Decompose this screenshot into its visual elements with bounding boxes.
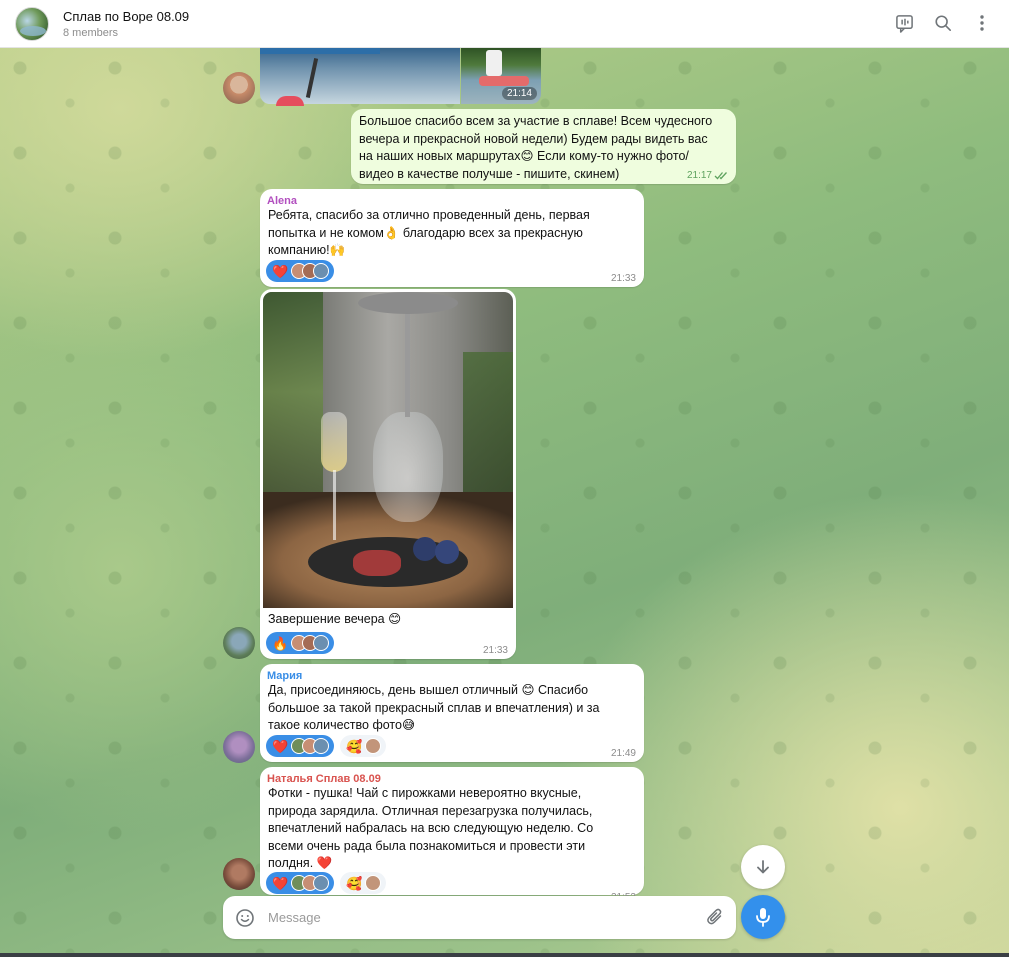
- message-time: 21:33: [482, 645, 508, 656]
- message-text: Да, присоединяюсь, день вышел отличный 😊…: [268, 683, 600, 732]
- message-time: 21:33: [610, 273, 636, 284]
- header-actions: [893, 12, 993, 34]
- reactions: 🔥: [266, 632, 335, 654]
- message-text: Ребята, спасибо за отлично проведенный д…: [268, 208, 590, 257]
- album-photo-2[interactable]: 21:14: [461, 48, 541, 104]
- user-avatar[interactable]: [223, 731, 255, 763]
- reaction-users: [291, 635, 330, 651]
- smiling-hearts-icon: 🥰: [346, 875, 363, 891]
- reaction-smiling-hearts[interactable]: 🥰: [340, 735, 387, 757]
- voice-record-button[interactable]: [741, 895, 785, 939]
- reactions: ❤️ 🥰: [266, 872, 387, 894]
- sender-name[interactable]: Alena: [267, 195, 644, 207]
- heart-icon: ❤️: [272, 738, 289, 754]
- user-avatar[interactable]: [223, 858, 255, 890]
- reaction-users: [291, 875, 330, 891]
- message-composer: [223, 896, 736, 939]
- reaction-users: [291, 738, 330, 754]
- reaction-fire[interactable]: 🔥: [266, 632, 335, 654]
- incoming-message[interactable]: Alena Ребята, спасибо за отлично проведе…: [260, 189, 644, 287]
- scroll-to-bottom-button[interactable]: [741, 845, 785, 889]
- reactions: ❤️ 🥰: [266, 735, 387, 757]
- sender-name[interactable]: Наталья Сплав 08.09: [267, 773, 644, 785]
- reaction-smiling-hearts[interactable]: 🥰: [340, 872, 387, 894]
- chat-avatar[interactable]: [15, 6, 49, 41]
- message-input[interactable]: [268, 910, 688, 925]
- emoji-icon[interactable]: [234, 907, 256, 929]
- reaction-users: [291, 263, 330, 279]
- fire-icon: 🔥: [272, 635, 289, 651]
- window-bottom-edge: [0, 953, 1009, 957]
- message-time: 21:14: [501, 87, 537, 100]
- album-photo-fragment: [276, 96, 304, 106]
- smiling-hearts-icon: 🥰: [346, 738, 363, 754]
- chat-member-count: 8 members: [63, 26, 119, 39]
- reaction-users: [365, 875, 382, 891]
- chat-title: Сплав по Воре 08.09: [63, 8, 190, 24]
- photo-caption: Завершение вечера 😊: [268, 612, 402, 626]
- reactions: ❤️: [266, 260, 335, 282]
- user-avatar[interactable]: [223, 627, 255, 659]
- more-vertical-icon[interactable]: [971, 12, 993, 34]
- message-photo[interactable]: [263, 292, 513, 608]
- heart-icon: ❤️: [272, 875, 289, 891]
- incoming-message[interactable]: Мария Да, присоединяюсь, день вышел отли…: [260, 664, 644, 762]
- chat-header: Сплав по Воре 08.09 8 members: [0, 0, 1009, 48]
- message-text: Фотки - пушка! Чай с пирожками невероятн…: [268, 786, 594, 870]
- heart-icon: ❤️: [272, 263, 289, 279]
- reaction-heart[interactable]: ❤️: [266, 872, 335, 894]
- chat-messages-area[interactable]: 21:14 Большое спасибо всем за участие в …: [0, 48, 1009, 957]
- user-avatar[interactable]: [223, 72, 255, 104]
- chat-title-block[interactable]: Сплав по Воре 08.09 8 members: [63, 9, 189, 39]
- incoming-message[interactable]: Наталья Сплав 08.09 Фотки - пушка! Чай с…: [260, 767, 644, 903]
- reaction-heart[interactable]: ❤️: [266, 260, 335, 282]
- sender-name[interactable]: Мария: [267, 670, 644, 682]
- double-check-icon: [714, 172, 727, 180]
- arrow-down-icon: [757, 860, 769, 874]
- reaction-heart[interactable]: ❤️: [266, 735, 335, 757]
- message-time: 21:17: [687, 170, 728, 181]
- reaction-users: [365, 738, 382, 754]
- attach-icon[interactable]: [706, 907, 724, 930]
- message-text: Большое спасибо всем за участие в сплаве…: [359, 114, 713, 181]
- message-time: 21:49: [610, 748, 636, 759]
- search-icon[interactable]: [932, 12, 954, 34]
- outgoing-message[interactable]: Большое спасибо всем за участие в сплаве…: [351, 109, 736, 184]
- voice-chat-icon[interactable]: [893, 12, 915, 34]
- photo-message[interactable]: Завершение вечера 😊 🔥 21:33: [260, 289, 516, 659]
- microphone-icon: [756, 908, 770, 927]
